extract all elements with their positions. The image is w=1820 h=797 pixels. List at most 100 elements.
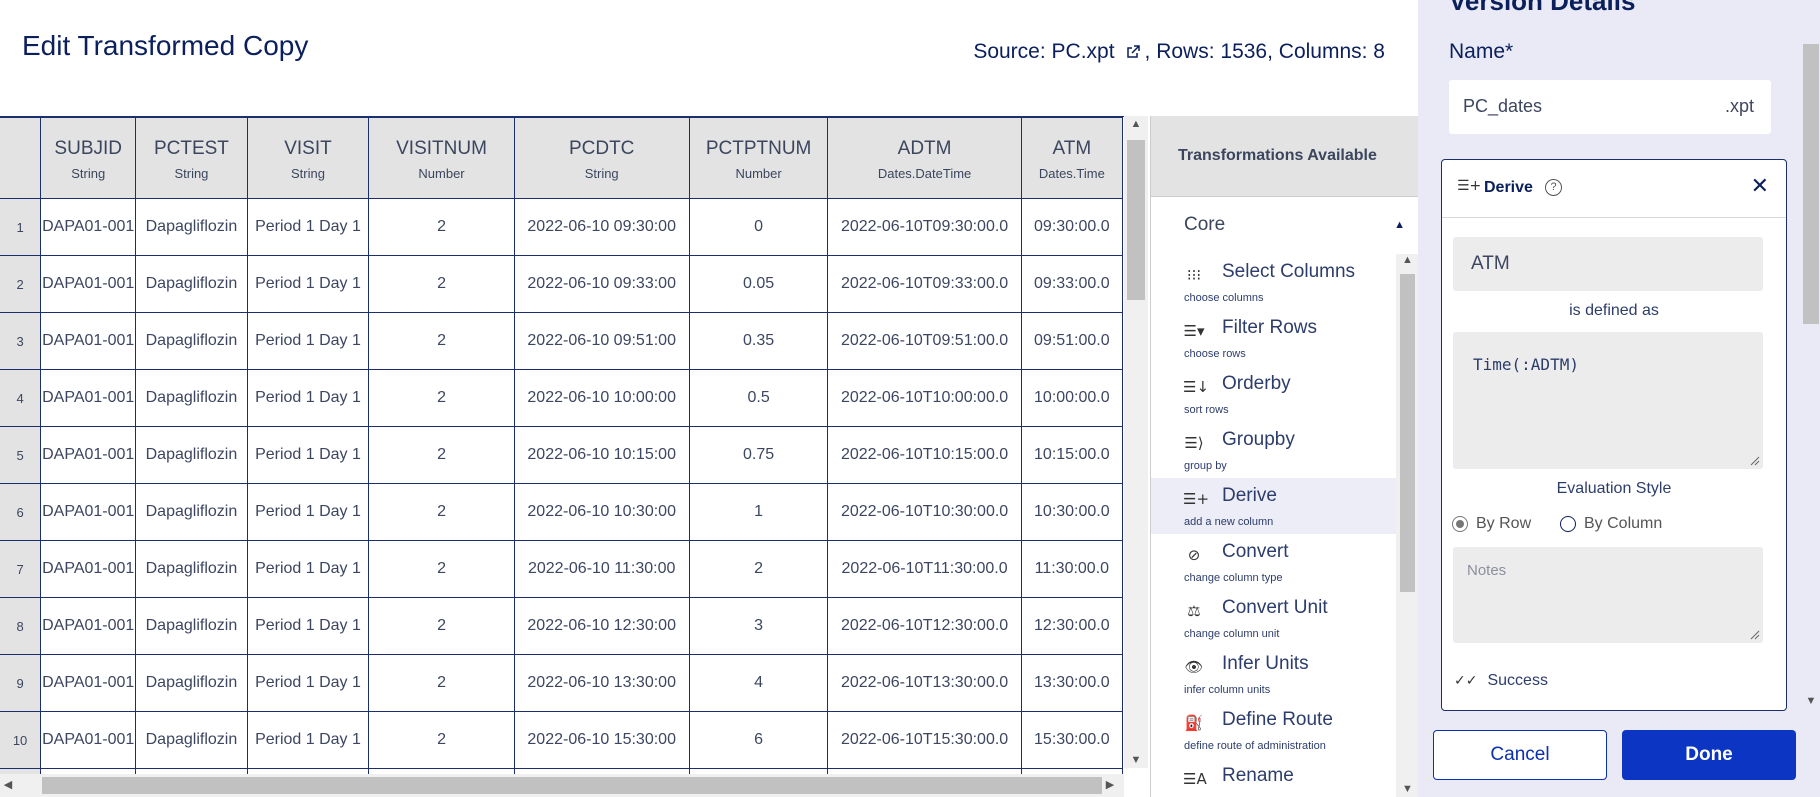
transformation-item[interactable]: ☰ARenamerename columns <box>1151 758 1396 797</box>
scroll-thumb[interactable] <box>1803 44 1819 324</box>
table-cell[interactable]: 2 <box>688 540 829 598</box>
table-cell[interactable]: DAPA01-001 <box>40 369 137 427</box>
table-cell[interactable]: 13:30:00.0 <box>1020 654 1124 712</box>
table-cell[interactable]: Dapagliflozin <box>135 255 248 313</box>
resize-handle-icon[interactable] <box>1750 456 1760 466</box>
transformation-item[interactable]: ⚖ Convert Unit change column unit <box>1151 590 1396 646</box>
scroll-down-icon[interactable]: ▼ <box>1396 783 1419 795</box>
table-cell[interactable]: 0.75 <box>688 426 829 484</box>
table-cell[interactable]: Dapagliflozin <box>135 198 248 256</box>
table-cell[interactable]: Dapagliflozin <box>135 654 248 712</box>
table-cell[interactable]: Period 1 Day 1 <box>246 312 370 370</box>
table-cell[interactable]: 2022-06-10 10:00:00 <box>513 369 690 427</box>
table-cell[interactable]: DAPA01-001 <box>40 483 137 541</box>
transformation-item[interactable]: ☰↓ Orderby sort rows <box>1151 366 1396 422</box>
scroll-down-icon[interactable]: ▼ <box>1802 695 1820 707</box>
table-cell[interactable]: 2 <box>368 255 515 313</box>
table-cell[interactable]: 0.5 <box>688 369 829 427</box>
table-cell[interactable]: 2022-06-10T09:51:00.0 <box>827 312 1022 370</box>
table-cell[interactable]: 15:30:00.0 <box>1020 711 1124 769</box>
by-row-radio[interactable]: By Row <box>1452 515 1531 533</box>
transformation-item[interactable]: ⛽ Define Route define route of administrat… <box>1151 702 1396 758</box>
table-cell[interactable]: 3 <box>688 597 829 655</box>
transformation-item[interactable]: ☰+ Derive add a new column <box>1151 478 1396 534</box>
table-cell[interactable]: Dapagliflozin <box>135 540 248 598</box>
table-cell[interactable]: DAPA01-001 <box>40 597 137 655</box>
table-cell[interactable]: Period 1 Day 1 <box>246 198 370 256</box>
table-cell[interactable]: 2022-06-10 09:33:00 <box>513 255 690 313</box>
table-cell[interactable]: 10:15:00.0 <box>1020 426 1124 484</box>
table-cell[interactable]: Period 1 Day 1 <box>246 255 370 313</box>
core-group-toggle[interactable]: Core ▲ <box>1151 197 1419 252</box>
by-column-radio[interactable]: By Column <box>1560 515 1662 533</box>
table-cell[interactable]: Dapagliflozin <box>135 426 248 484</box>
scroll-thumb[interactable] <box>1127 140 1145 300</box>
table-cell[interactable]: 10:30:00.0 <box>1020 483 1124 541</box>
column-header[interactable]: VISITNUM Number <box>368 117 515 199</box>
table-cell[interactable]: 1 <box>688 483 829 541</box>
column-header[interactable]: PCDTC String <box>513 117 690 199</box>
column-header[interactable]: ATM Dates.Time <box>1020 117 1124 199</box>
table-horizontal-scrollbar[interactable]: ◀ ▶ <box>0 774 1124 797</box>
derived-column-input[interactable]: ATM <box>1453 237 1763 291</box>
table-vertical-scrollbar[interactable]: ▲ ▼ <box>1124 116 1148 768</box>
table-cell[interactable]: Period 1 Day 1 <box>246 369 370 427</box>
table-cell[interactable]: DAPA01-001 <box>40 255 137 313</box>
table-cell[interactable]: 09:51:00.0 <box>1020 312 1124 370</box>
notes-textarea[interactable]: Notes <box>1453 547 1763 643</box>
table-cell[interactable]: 09:30:00.0 <box>1020 198 1124 256</box>
table-cell[interactable]: 2022-06-10 09:51:00 <box>513 312 690 370</box>
scroll-left-icon[interactable]: ◀ <box>0 778 20 791</box>
column-header[interactable]: VISIT String <box>246 117 370 199</box>
table-cell[interactable]: 0 <box>688 198 829 256</box>
table-cell[interactable]: 2 <box>368 711 515 769</box>
table-cell[interactable]: Period 1 Day 1 <box>246 654 370 712</box>
table-cell[interactable]: Period 1 Day 1 <box>246 426 370 484</box>
table-cell[interactable]: 09:33:00.0 <box>1020 255 1124 313</box>
table-cell[interactable]: 2022-06-10T11:30:00.0 <box>827 540 1022 598</box>
table-cell[interactable]: 2022-06-10 12:30:00 <box>513 597 690 655</box>
table-cell[interactable]: 2022-06-10T09:30:00.0 <box>827 198 1022 256</box>
table-cell[interactable]: 0.05 <box>688 255 829 313</box>
column-header[interactable]: PCTEST String <box>135 117 248 199</box>
transformation-item[interactable]: 👁 Infer Units infer column units <box>1151 646 1396 702</box>
table-cell[interactable]: Period 1 Day 1 <box>246 711 370 769</box>
cancel-button[interactable]: Cancel <box>1433 730 1607 780</box>
table-cell[interactable]: DAPA01-001 <box>40 198 137 256</box>
table-cell[interactable]: 2 <box>368 369 515 427</box>
table-cell[interactable]: 0.35 <box>688 312 829 370</box>
table-cell[interactable]: Dapagliflozin <box>135 597 248 655</box>
close-icon[interactable]: ✕ <box>1751 174 1769 199</box>
table-cell[interactable]: Period 1 Day 1 <box>246 597 370 655</box>
table-cell[interactable]: DAPA01-001 <box>40 426 137 484</box>
table-cell[interactable]: 12:30:00.0 <box>1020 597 1124 655</box>
table-cell[interactable]: 2 <box>368 654 515 712</box>
table-cell[interactable]: 2022-06-10T15:30:00.0 <box>827 711 1022 769</box>
table-cell[interactable]: 2022-06-10 13:30:00 <box>513 654 690 712</box>
scroll-up-icon[interactable]: ▲ <box>1396 254 1419 266</box>
table-cell[interactable]: 2022-06-10 15:30:00 <box>513 711 690 769</box>
table-cell[interactable]: 2022-06-10T09:33:00.0 <box>827 255 1022 313</box>
table-cell[interactable]: 2 <box>368 597 515 655</box>
name-input[interactable]: PC_dates .xpt <box>1449 80 1771 134</box>
transformation-item[interactable]: ☰▾ Filter Rows choose rows <box>1151 310 1396 366</box>
table-cell[interactable]: 2022-06-10 10:30:00 <box>513 483 690 541</box>
expression-editor[interactable]: Time(:ADTM) <box>1453 332 1763 469</box>
table-cell[interactable]: Dapagliflozin <box>135 312 248 370</box>
table-cell[interactable]: 11:30:00.0 <box>1020 540 1124 598</box>
column-header[interactable]: ADTM Dates.DateTime <box>827 117 1022 199</box>
resize-handle-icon[interactable] <box>1750 630 1760 640</box>
table-cell[interactable]: Period 1 Day 1 <box>246 540 370 598</box>
scroll-thumb[interactable] <box>42 777 1102 794</box>
table-cell[interactable]: 2 <box>368 540 515 598</box>
table-cell[interactable]: 2022-06-10T13:30:00.0 <box>827 654 1022 712</box>
table-cell[interactable]: 2022-06-10 10:15:00 <box>513 426 690 484</box>
scroll-down-icon[interactable]: ▼ <box>1124 754 1148 766</box>
table-cell[interactable]: 2022-06-10T12:30:00.0 <box>827 597 1022 655</box>
external-link-icon[interactable] <box>1125 44 1141 60</box>
help-icon[interactable]: ? <box>1545 179 1562 196</box>
table-cell[interactable]: 6 <box>688 711 829 769</box>
column-header[interactable]: SUBJID String <box>40 117 137 199</box>
transformations-scrollbar[interactable]: ▲ ▼ <box>1396 254 1419 797</box>
table-cell[interactable]: Dapagliflozin <box>135 711 248 769</box>
